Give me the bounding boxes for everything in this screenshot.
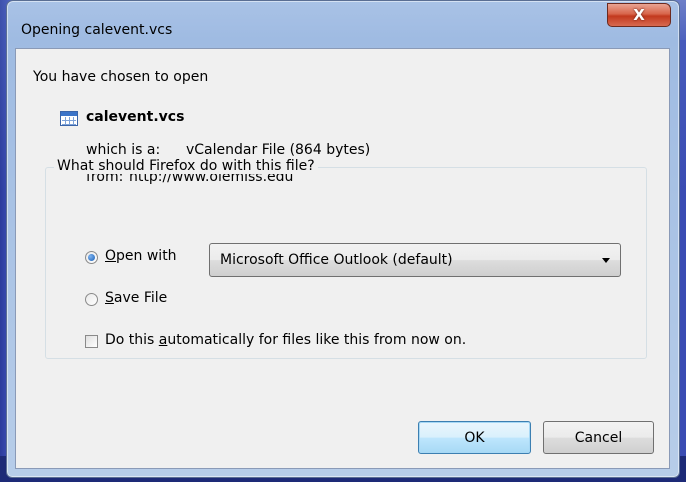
file-name: calevent.vcs — [86, 109, 185, 125]
calendar-file-icon — [60, 111, 78, 126]
file-type-label: which is a: — [86, 142, 161, 158]
chevron-down-icon — [602, 258, 610, 263]
ok-button[interactable]: OK — [418, 421, 531, 454]
action-group-legend: What should Firefox do with this file? — [54, 158, 318, 174]
intro-text: You have chosen to open — [33, 69, 209, 85]
open-with-label[interactable]: Open with — [105, 248, 177, 264]
auto-action-label[interactable]: Do this automatically for files like thi… — [105, 332, 466, 348]
file-type-value: vCalendar File (864 bytes) — [186, 142, 371, 158]
download-dialog: Opening calevent.vcs X You have chosen t… — [6, 0, 680, 478]
open-with-app-value: Microsoft Office Outlook (default) — [220, 252, 453, 268]
open-with-app-select[interactable]: Microsoft Office Outlook (default) — [209, 243, 621, 277]
dialog-body: You have chosen to open calevent.vcs whi… — [15, 48, 670, 469]
open-with-radio[interactable] — [85, 251, 98, 264]
close-button[interactable]: X — [607, 3, 671, 27]
save-file-label[interactable]: Save File — [105, 290, 167, 306]
cancel-button[interactable]: Cancel — [543, 421, 654, 454]
save-file-radio[interactable] — [85, 293, 98, 306]
title-bar[interactable]: Opening calevent.vcs X — [7, 1, 679, 49]
close-icon: X — [633, 6, 645, 24]
auto-action-checkbox[interactable] — [85, 335, 98, 348]
dialog-title: Opening calevent.vcs — [21, 22, 173, 38]
